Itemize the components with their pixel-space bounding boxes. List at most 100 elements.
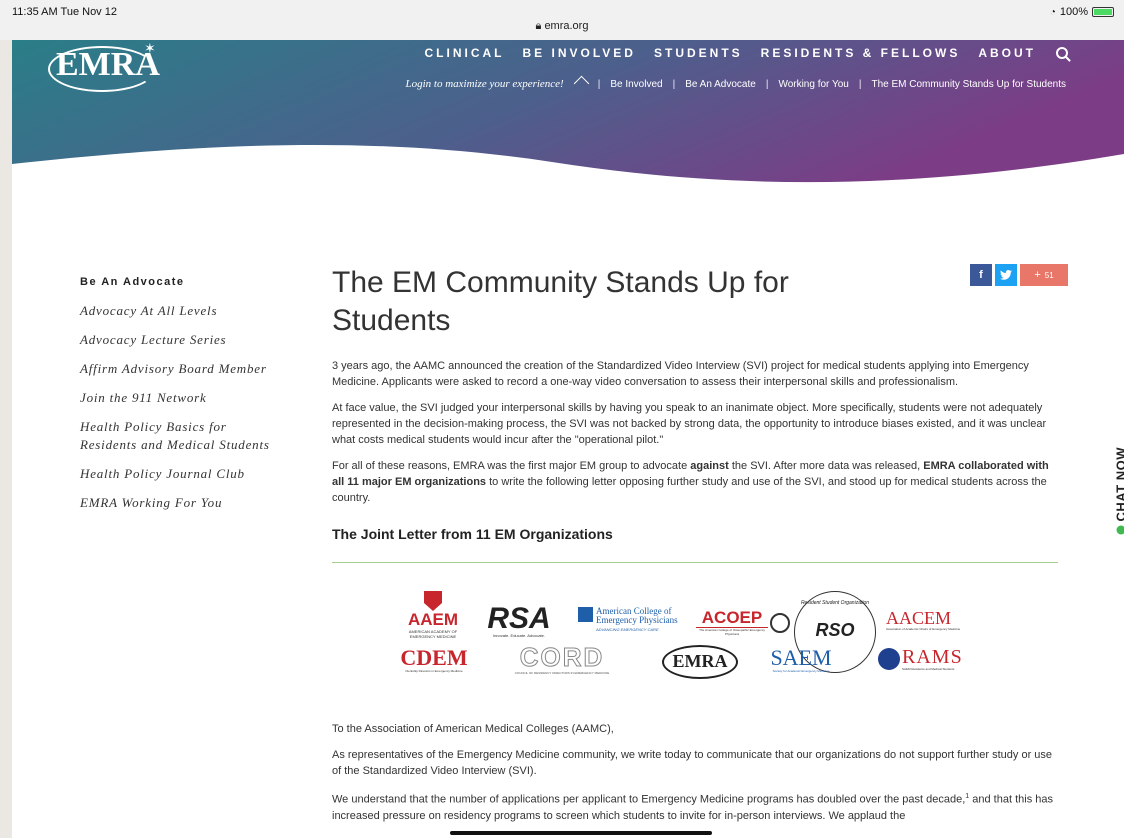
article: The EM Community Stands Up for Students … [332,264,1068,824]
logo-star-icon: ✶ [144,40,156,56]
sidebar-item-lecture-series[interactable]: Advocacy Lecture Series [80,331,280,349]
breadcrumb-be-an-advocate[interactable]: Be An Advocate [685,79,756,90]
breadcrumb-separator: | [672,78,676,90]
cord-subtitle: COUNCIL OF RESIDENCY DIRECTORS IN EMERGE… [514,671,610,675]
rso-arc-text: Resident Student Organization [800,600,870,606]
main-nav: CLINICAL BE INVOLVED STUDENTS RESIDENTS … [425,46,1068,60]
letter-paragraph: As representatives of the Emergency Medi… [332,749,1053,777]
breadcrumb-separator: | [597,78,601,90]
section-heading: The Joint Letter from 11 EM Organization… [332,526,613,542]
battery-percent: 100% [1059,6,1088,18]
acep-square-icon [578,607,593,622]
chat-now-tab[interactable]: CHAT NOW [1106,432,1124,542]
home-indicator [450,831,712,835]
breadcrumb-be-involved[interactable]: Be Involved [610,79,662,90]
text-span: We understand that the number of applica… [332,793,966,806]
cdem-text: CDEM [400,645,468,670]
nav-clinical[interactable]: CLINICAL [425,46,505,60]
partner-logos: AAEM AMERICAN ACADEMY OF EMERGENCY MEDIC… [332,591,1058,691]
article-paragraph: At face value, the SVI judged your inter… [332,402,1047,446]
article-paragraph: For all of these reasons, EMRA was the f… [332,458,1058,506]
sidebar-heading[interactable]: Be An Advocate [80,276,280,288]
text-span: For all of these reasons, EMRA was the f… [332,460,691,472]
web-page: EMRA ✶ CLINICAL BE INVOLVED STUDENTS RES… [12,40,1124,838]
breadcrumb-current[interactable]: The EM Community Stands Up for Students [871,79,1066,90]
breadcrumb-working-for-you[interactable]: Working for You [778,79,848,90]
chat-now-label: CHAT NOW [1113,446,1124,522]
article-paragraph: 3 years ago, the AAMC announced the crea… [332,360,1029,388]
letter-paragraph: We understand that the number of applica… [332,789,1058,824]
breadcrumb: Login to maximize your experience! | Be … [405,78,1066,90]
rso-text: RSO [815,620,855,640]
cdem-subtitle: Clerkship Directors in Emergency Medicin… [405,669,463,673]
login-prompt[interactable]: Login to maximize your experience! [405,78,563,90]
sidebar-item-working-for-you[interactable]: EMRA Working For You [80,494,280,512]
rams-text: RAMS [902,646,963,668]
rams-logo: RAMS SAEM Residents and Medical Students [878,647,990,671]
page-title: The EM Community Stands Up for Students [332,266,789,337]
aacem-text: AACEM [886,608,952,628]
emra-partner-logo: EMRA [662,645,738,679]
sidebar-item-journal-club[interactable]: Health Policy Journal Club [80,465,280,483]
acoep-subtitle: The American College of Osteopathic Emer… [699,628,765,636]
sidebar-item-affirm-board[interactable]: Affirm Advisory Board Member [80,360,280,378]
acoep-logo: ACOEP The American College of Osteopathi… [696,609,768,636]
saem-text: SAEM [770,645,832,670]
online-status-icon [1116,525,1124,535]
share-buttons: f t + 51 [970,264,1068,286]
aacem-subtitle: Association of Academic Chairs of Emerge… [886,627,961,631]
sidebar-item-advocacy-levels[interactable]: Advocacy At All Levels [80,302,280,320]
emra-partner-text: EMRA [672,651,728,671]
sidebar: Be An Advocate Advocacy At All Levels Ad… [80,276,280,523]
nav-about[interactable]: ABOUT [978,46,1036,60]
twitter-share-button[interactable]: t [995,264,1017,286]
sidebar-item-health-policy-basics[interactable]: Health Policy Basics for Residents and M… [80,418,280,454]
rams-subtitle: SAEM Residents and Medical Students [902,667,955,671]
nav-be-involved[interactable]: BE INVOLVED [523,46,636,60]
battery-status: ◔ 100% [1050,6,1114,18]
address-url-text: emra.org [544,20,589,32]
letter-body: To the Association of American Medical C… [332,721,1058,824]
aacem-logo: AACEM Association of Academic Chairs of … [886,609,998,631]
sidebar-item-911-network[interactable]: Join the 911 Network [80,389,280,407]
osteopathic-seal-icon [770,613,790,633]
facebook-share-button[interactable]: f [970,264,992,286]
nav-residents-fellows[interactable]: RESIDENTS & FELLOWS [761,46,961,60]
facebook-icon: f [979,269,983,281]
aaem-logo: AAEM AMERICAN ACADEMY OF EMERGENCY MEDIC… [398,591,468,639]
home-icon[interactable] [574,78,588,90]
aaem-subtitle: AMERICAN ACADEMY OF EMERGENCY MEDICINE [408,629,458,639]
share-count: 51 [1044,270,1054,280]
divider [332,562,1058,563]
saem-logo: SAEM Society for Academic Emergency Medi… [758,645,844,674]
search-icon[interactable] [1056,47,1068,59]
bold-text: against [690,460,729,472]
text-span: the SVI. After more data was released, [728,460,924,472]
plus-icon: + [1034,269,1041,281]
aaem-text: AAEM [407,610,459,629]
cdem-logo: CDEM Clerkship Directors in Emergency Me… [398,645,470,674]
aaem-shield-icon [424,591,442,611]
acep-text: American College of Emergency Physicians [596,606,678,625]
rsa-logo: RSA Innovate. Educate. Advocate. [474,602,564,639]
rams-ram-icon [878,648,900,670]
cord-logo: CORD COUNCIL OF RESIDENCY DIRECTORS IN E… [502,642,622,676]
rsa-text: RSA [487,602,551,635]
twitter-icon [1000,270,1012,280]
nav-students[interactable]: STUDENTS [654,46,743,60]
breadcrumb-separator: | [765,78,769,90]
wifi-icon: ◔ [1049,6,1056,18]
footnote-ref[interactable]: 1 [965,793,969,800]
chat-now-label-wrap: CHAT NOW [1114,425,1124,535]
site-header: EMRA ✶ CLINICAL BE INVOLVED STUDENTS RES… [12,40,1124,260]
header-wave-background [12,40,1124,183]
battery-icon [1092,7,1114,17]
lock-icon: 🔒︎ [535,20,542,32]
acep-subtitle: ADVANCING EMERGENCY CARE [596,627,659,632]
breadcrumb-separator: | [858,78,862,90]
cord-text: CORD [519,642,605,672]
address-url[interactable]: 🔒︎ emra.org [0,20,1124,33]
acoep-text: ACOEP [696,609,768,628]
acep-logo: American College of Emergency Physicians… [578,607,690,632]
more-share-button[interactable]: + 51 [1020,264,1068,286]
